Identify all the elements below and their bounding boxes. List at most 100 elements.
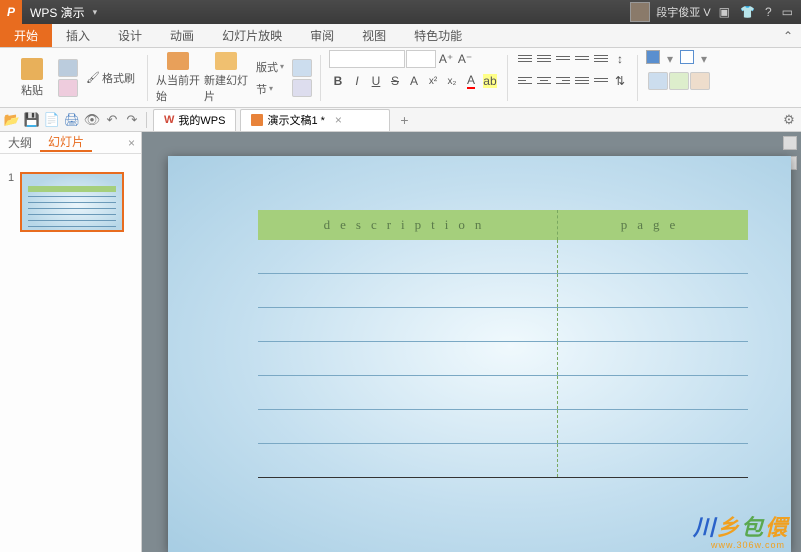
settings-icon[interactable]: ⚙ [781, 112, 797, 128]
table-cell[interactable] [558, 240, 748, 273]
quick-access-toolbar: 📂 💾 📄 🖨 👁 ↶ ↷ W 我的WPS 演示文稿1 * × + ⚙ [0, 108, 801, 132]
shape-fill-button[interactable] [646, 50, 660, 64]
slide-table[interactable]: description page [258, 210, 748, 478]
skin-icon[interactable]: ▣ [717, 5, 732, 19]
table-cell[interactable] [558, 342, 748, 375]
shape-fill-dropdown[interactable]: ▾ [661, 50, 679, 68]
close-panel-icon[interactable]: × [122, 136, 141, 150]
paste-button[interactable]: 粘贴 [10, 52, 54, 104]
font-name-select[interactable] [329, 50, 405, 68]
new-slide-button[interactable]: 新建幻灯片 [204, 52, 248, 104]
decrease-indent-button[interactable] [554, 50, 572, 66]
redo-icon[interactable]: ↷ [124, 112, 140, 128]
tab-view[interactable]: 视图 [348, 24, 400, 47]
table-header-page[interactable]: page [558, 210, 748, 240]
save-icon[interactable]: 💾 [24, 112, 40, 128]
layout-button[interactable]: 版式▾ [252, 57, 288, 77]
tab-animation[interactable]: 动画 [156, 24, 208, 47]
user-avatar[interactable] [630, 2, 650, 22]
tab-my-wps[interactable]: W 我的WPS [153, 109, 236, 131]
cut-button[interactable] [58, 59, 78, 77]
print-icon[interactable]: 🖨 [64, 112, 80, 128]
superscript-button[interactable]: x² [424, 72, 442, 90]
tab-document[interactable]: 演示文稿1 * × [240, 109, 390, 131]
format-painter-button[interactable]: 🖌 格式刷 [82, 68, 139, 88]
watermark-part-3: 包 [741, 510, 763, 542]
tab-review[interactable]: 审阅 [296, 24, 348, 47]
bullets-button[interactable] [516, 50, 534, 66]
table-cell[interactable] [558, 444, 748, 477]
shape-outline-button[interactable] [680, 50, 694, 64]
slide-1[interactable]: description page [168, 156, 791, 552]
bold-button[interactable]: B [329, 72, 347, 90]
title-bar: P WPS 演示 ▾ 段宇俊亚 V ▣ 👕 ? ▭ [0, 0, 801, 24]
table-cell[interactable] [258, 274, 558, 307]
increase-font-button[interactable]: A⁺ [437, 50, 455, 68]
open-folder-icon[interactable]: 📂 [4, 112, 20, 128]
export-pdf-icon[interactable]: 📄 [44, 112, 60, 128]
collapse-ribbon-icon[interactable]: ⌃ [775, 24, 801, 47]
slide-thumbnail-1[interactable] [20, 172, 124, 232]
format-painter-label: 格式刷 [102, 70, 135, 86]
close-tab-icon[interactable]: × [329, 113, 342, 127]
underline-button[interactable]: U [367, 72, 385, 90]
table-cell[interactable] [258, 342, 558, 375]
font-size-select[interactable] [406, 50, 436, 68]
strike-button[interactable]: S [386, 72, 404, 90]
outline-tab[interactable]: 大纲 [0, 134, 40, 151]
align-center-button[interactable] [535, 72, 553, 88]
align-justify-button[interactable] [573, 72, 591, 88]
shape-outline-dropdown[interactable]: ▾ [695, 50, 713, 68]
highlight-button[interactable]: ab [481, 72, 499, 90]
tab-special[interactable]: 特色功能 [400, 24, 476, 47]
help-icon[interactable]: ? [763, 5, 774, 19]
slides-tab[interactable]: 幻灯片 [40, 133, 92, 152]
slide-canvas-area[interactable]: description page [142, 132, 801, 552]
shadow-button[interactable]: A [405, 72, 423, 90]
align-left-button[interactable] [516, 72, 534, 88]
table-cell[interactable] [558, 410, 748, 443]
table-cell[interactable] [258, 376, 558, 409]
columns-button[interactable] [592, 72, 610, 88]
table-cell[interactable] [258, 444, 558, 477]
italic-button[interactable]: I [348, 72, 366, 90]
sidebar-tool-1[interactable] [783, 136, 797, 150]
table-cell[interactable] [558, 308, 748, 341]
from-current-button[interactable]: 从当前开始 [156, 52, 200, 104]
increase-indent-button[interactable] [573, 50, 591, 66]
tab-insert[interactable]: 插入 [52, 24, 104, 47]
tab-slideshow[interactable]: 幻灯片放映 [208, 24, 296, 47]
app-menu-caret-icon[interactable]: ▾ [93, 7, 106, 18]
section-button[interactable]: 节▾ [252, 79, 288, 99]
tab-start[interactable]: 开始 [0, 24, 52, 47]
table-cell[interactable] [558, 376, 748, 409]
line-spacing-button[interactable] [592, 50, 610, 66]
undo-icon[interactable]: ↶ [104, 112, 120, 128]
user-name[interactable]: 段宇俊亚 V [656, 4, 710, 20]
table-cell[interactable] [558, 274, 748, 307]
ppt-file-icon [251, 114, 263, 126]
tshirt-icon[interactable]: 👕 [738, 5, 757, 19]
arrange-button[interactable] [669, 72, 689, 90]
table-cell[interactable] [258, 410, 558, 443]
print-preview-icon[interactable]: 👁 [84, 112, 100, 128]
decrease-font-button[interactable]: A⁻ [456, 50, 474, 68]
reset-button[interactable] [292, 59, 312, 77]
layout-grid-button[interactable] [292, 79, 312, 97]
quick-styles-button[interactable] [690, 72, 710, 90]
new-tab-button[interactable]: + [394, 112, 414, 128]
subscript-button[interactable]: x₂ [443, 72, 461, 90]
text-direction-button[interactable]: ↕ [611, 50, 629, 68]
watermark-part-4: 儇 [765, 510, 787, 542]
font-color-button[interactable]: A [462, 72, 480, 90]
table-cell[interactable] [258, 308, 558, 341]
shapes-button[interactable] [648, 72, 668, 90]
copy-button[interactable] [58, 79, 78, 97]
align-vertical-button[interactable]: ⇅ [611, 72, 629, 90]
table-header-description[interactable]: description [258, 210, 558, 240]
align-right-button[interactable] [554, 72, 572, 88]
table-cell[interactable] [258, 240, 558, 273]
min-restore-icon[interactable]: ▭ [780, 5, 795, 19]
numbering-button[interactable] [535, 50, 553, 66]
tab-design[interactable]: 设计 [104, 24, 156, 47]
